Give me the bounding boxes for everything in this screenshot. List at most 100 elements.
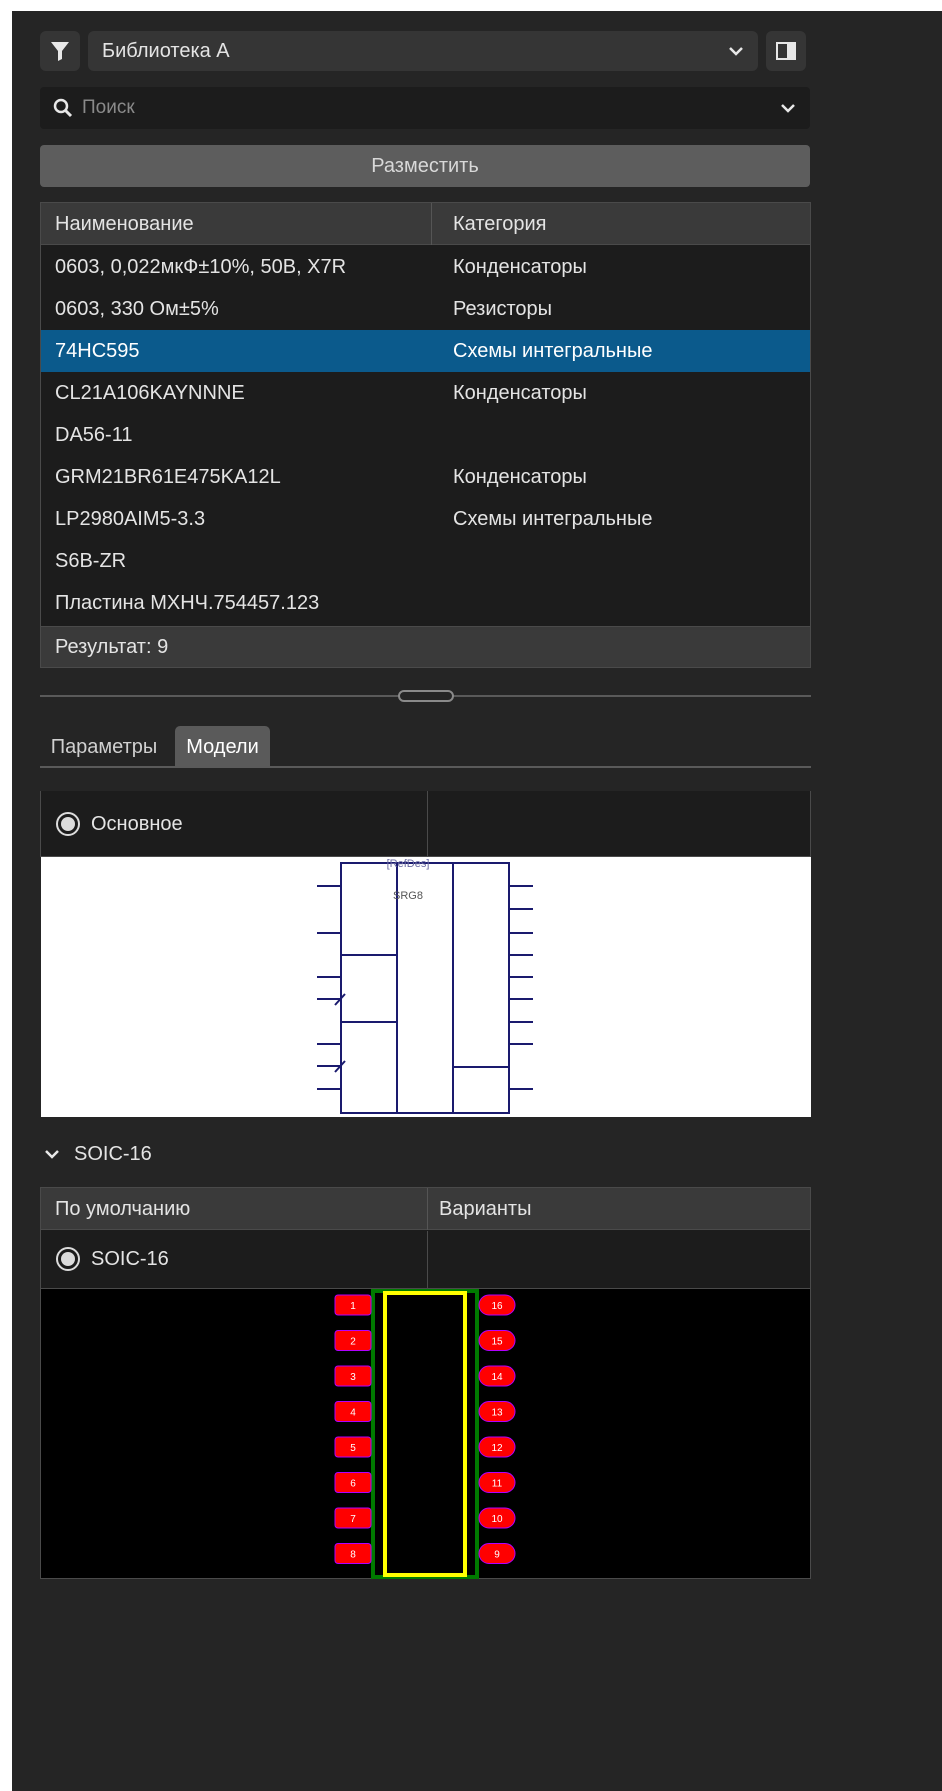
pad-2: 2 xyxy=(334,1330,372,1351)
pad-label: 12 xyxy=(491,1443,503,1454)
column-header-variants[interactable]: Варианты xyxy=(439,1198,531,1221)
tab-label: Параметры xyxy=(50,736,158,758)
library-panel: Библиотека А Поиск Разместить Наименован… xyxy=(12,11,942,1791)
column-header-name[interactable]: Наименование xyxy=(55,213,194,236)
cell-name: DA56-11 xyxy=(55,424,133,446)
pad-label: 5 xyxy=(350,1443,356,1454)
library-select[interactable]: Библиотека А xyxy=(88,31,758,71)
panel-layout-icon xyxy=(776,42,796,60)
pad-11: 11 xyxy=(478,1472,516,1493)
refdes-label: [RefDes] xyxy=(387,858,430,870)
filter-button[interactable] xyxy=(40,31,80,71)
footprint-preview: 12345678 16 15 14 13 12 11 10 9 xyxy=(40,1289,811,1579)
pad-14: 14 xyxy=(478,1365,516,1387)
schematic-preview: [RefDes] SRG8 xyxy=(41,857,811,1117)
pad-12: 12 xyxy=(478,1436,516,1458)
pad-5: 5 xyxy=(334,1436,372,1458)
search-field[interactable]: Поиск xyxy=(40,87,810,129)
schematic-option-row: Основное xyxy=(40,791,811,857)
cell-name: LP2980AIM5-3.3 xyxy=(55,508,206,530)
radio-button-selected[interactable] xyxy=(55,811,81,837)
pad-label: 1 xyxy=(350,1301,356,1312)
pad-label: 7 xyxy=(350,1514,356,1525)
splitter-handle[interactable] xyxy=(398,690,454,702)
pad-10: 10 xyxy=(478,1507,516,1529)
search-input[interactable]: Поиск xyxy=(82,97,135,119)
table-body: 0603, 0,022мкФ±10%, 50В, X7R Конденсаторы… xyxy=(41,246,810,624)
table-row[interactable]: LP2980AIM5-3.3 Схемы интегральные xyxy=(41,498,810,540)
pad-label: 2 xyxy=(350,1337,356,1348)
cell-category: Схемы интегральные xyxy=(453,508,653,530)
pad-7: 7 xyxy=(334,1507,372,1529)
table-row-selected[interactable]: 74HC595 Схемы интегральные xyxy=(41,330,810,372)
cell-category: Конденсаторы xyxy=(453,256,587,278)
column-header-category[interactable]: Категория xyxy=(453,213,547,236)
cell-name: 0603, 330 Ом±5% xyxy=(55,298,219,320)
place-button[interactable]: Разместить xyxy=(40,145,810,187)
pad-16: 16 xyxy=(478,1294,516,1316)
schematic-option-label: Основное xyxy=(91,813,183,835)
table-row[interactable]: GRM21BR61E475KA12L Конденсаторы xyxy=(41,456,810,498)
pad-label: 6 xyxy=(350,1479,356,1490)
models-list[interactable]: Основное [RefDes] SRG8 SOIC-16 По умолча… xyxy=(40,791,811,1791)
pad-label: 8 xyxy=(350,1550,356,1561)
tab-bar: Параметры Модели xyxy=(40,726,811,768)
pad-label: 3 xyxy=(350,1372,356,1383)
pad-1: 1 xyxy=(334,1294,372,1316)
pad-9: 9 xyxy=(478,1543,516,1564)
tab-models[interactable]: Модели xyxy=(175,726,270,768)
result-count: Результат: 9 xyxy=(55,636,169,658)
tab-parameters[interactable]: Параметры xyxy=(40,726,168,768)
type-label: SRG8 xyxy=(393,890,423,902)
table-row[interactable]: CL21A106KAYNNNE Конденсаторы xyxy=(41,372,810,414)
pad-label: 16 xyxy=(491,1301,503,1312)
place-button-label: Разместить xyxy=(371,155,479,177)
chevron-down-icon xyxy=(729,47,743,56)
cell-name: 74HC595 xyxy=(55,340,140,362)
column-header-default[interactable]: По умолчанию xyxy=(55,1198,190,1221)
cell-name: CL21A106KAYNNNE xyxy=(55,382,245,404)
library-select-value: Библиотека А xyxy=(102,40,230,62)
filter-icon xyxy=(51,42,69,61)
pad-label: 4 xyxy=(350,1408,356,1419)
pad-8: 8 xyxy=(334,1543,372,1564)
pad-label: 13 xyxy=(491,1408,503,1419)
pad-6: 6 xyxy=(334,1472,372,1493)
search-icon xyxy=(53,98,73,118)
pad-3: 3 xyxy=(334,1365,372,1387)
cell-name: S6B-ZR xyxy=(55,550,127,572)
splitter[interactable] xyxy=(40,681,811,711)
cell-name: 0603, 0,022мкФ±10%, 50В, X7R xyxy=(55,256,347,278)
cell-name: GRM21BR61E475KA12L xyxy=(55,466,281,488)
components-table: Наименование Категория 0603, 0,022мкФ±10… xyxy=(40,202,811,668)
footprint-section-title: SOIC-16 xyxy=(74,1143,152,1165)
table-row[interactable]: S6B-ZR xyxy=(41,540,810,582)
pad-label: 9 xyxy=(494,1550,500,1561)
cell-name: Пластина МХНЧ.754457.123 xyxy=(55,592,320,614)
table-row[interactable]: Пластина МХНЧ.754457.123 xyxy=(41,582,810,624)
cell-category: Конденсаторы xyxy=(453,382,587,404)
cell-category: Конденсаторы xyxy=(453,466,587,488)
pad-label: 11 xyxy=(492,1479,503,1490)
chevron-down-icon xyxy=(45,1150,59,1159)
pad-label: 15 xyxy=(491,1337,503,1348)
table-footer: Результат: 9 xyxy=(41,626,810,667)
pad-4: 4 xyxy=(334,1401,372,1422)
pad-label: 14 xyxy=(491,1372,503,1383)
table-row[interactable]: 0603, 0,022мкФ±10%, 50В, X7R Конденсаторы xyxy=(41,246,810,288)
tab-label: Модели xyxy=(186,736,259,758)
footprint-option-label: SOIC-16 xyxy=(91,1248,169,1270)
footprint-table-header: По умолчанию Варианты xyxy=(41,1188,810,1230)
cell-category: Схемы интегральные xyxy=(453,340,653,362)
chevron-down-icon[interactable] xyxy=(778,98,798,118)
table-header: Наименование Категория xyxy=(41,203,810,245)
footprint-section-header[interactable]: SOIC-16 xyxy=(40,1131,811,1175)
pad-label: 10 xyxy=(491,1514,503,1525)
cell-category: Резисторы xyxy=(453,298,553,320)
pad-15: 15 xyxy=(478,1330,516,1351)
table-row[interactable]: 0603, 330 Ом±5% Резисторы xyxy=(41,288,810,330)
radio-button-selected[interactable] xyxy=(55,1246,81,1272)
table-row[interactable]: DA56-11 xyxy=(41,414,810,456)
pad-13: 13 xyxy=(478,1401,516,1422)
panel-toggle-button[interactable] xyxy=(766,31,806,71)
